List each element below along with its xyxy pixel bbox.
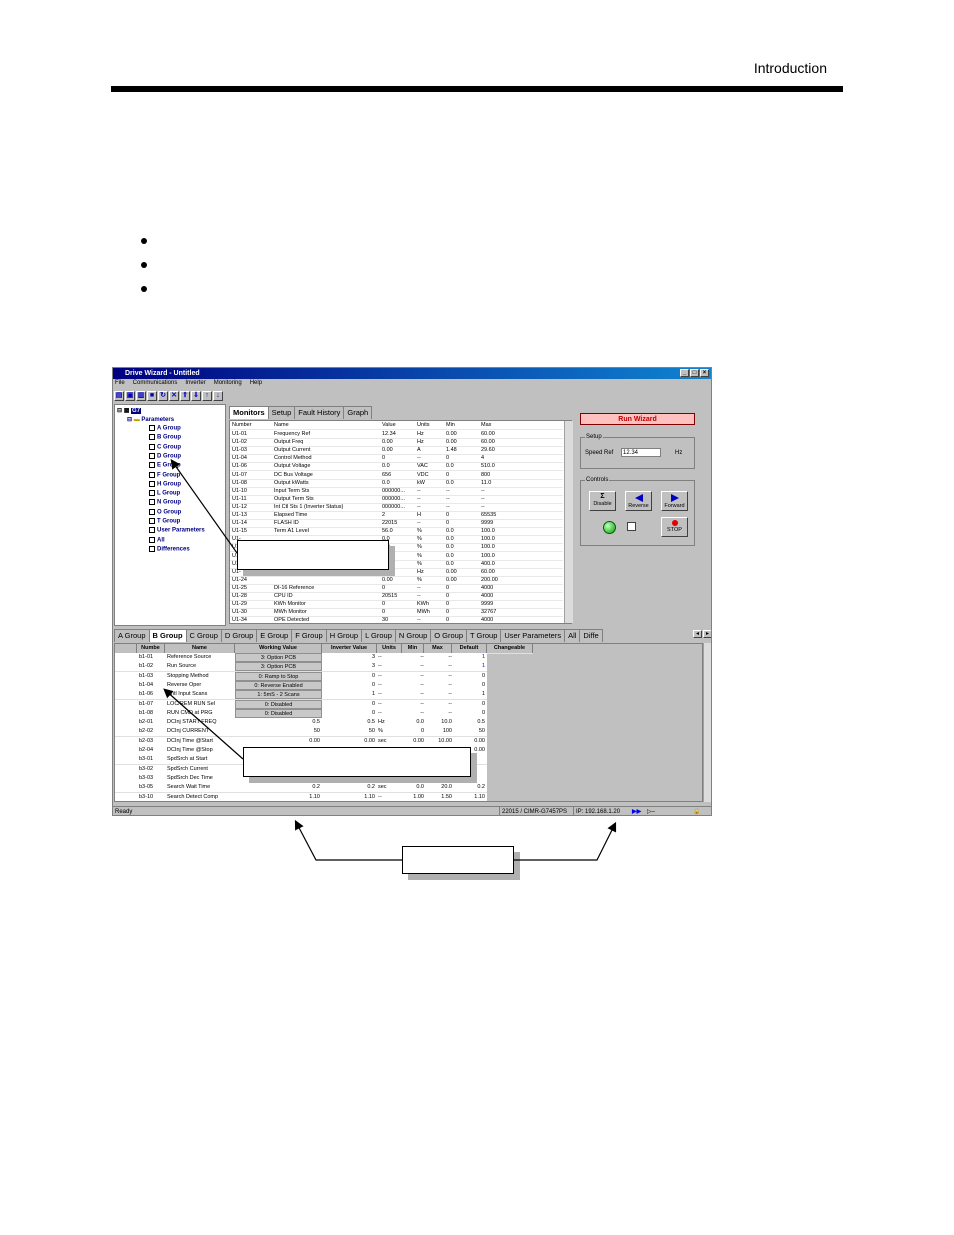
callout-arrows <box>163 459 617 861</box>
